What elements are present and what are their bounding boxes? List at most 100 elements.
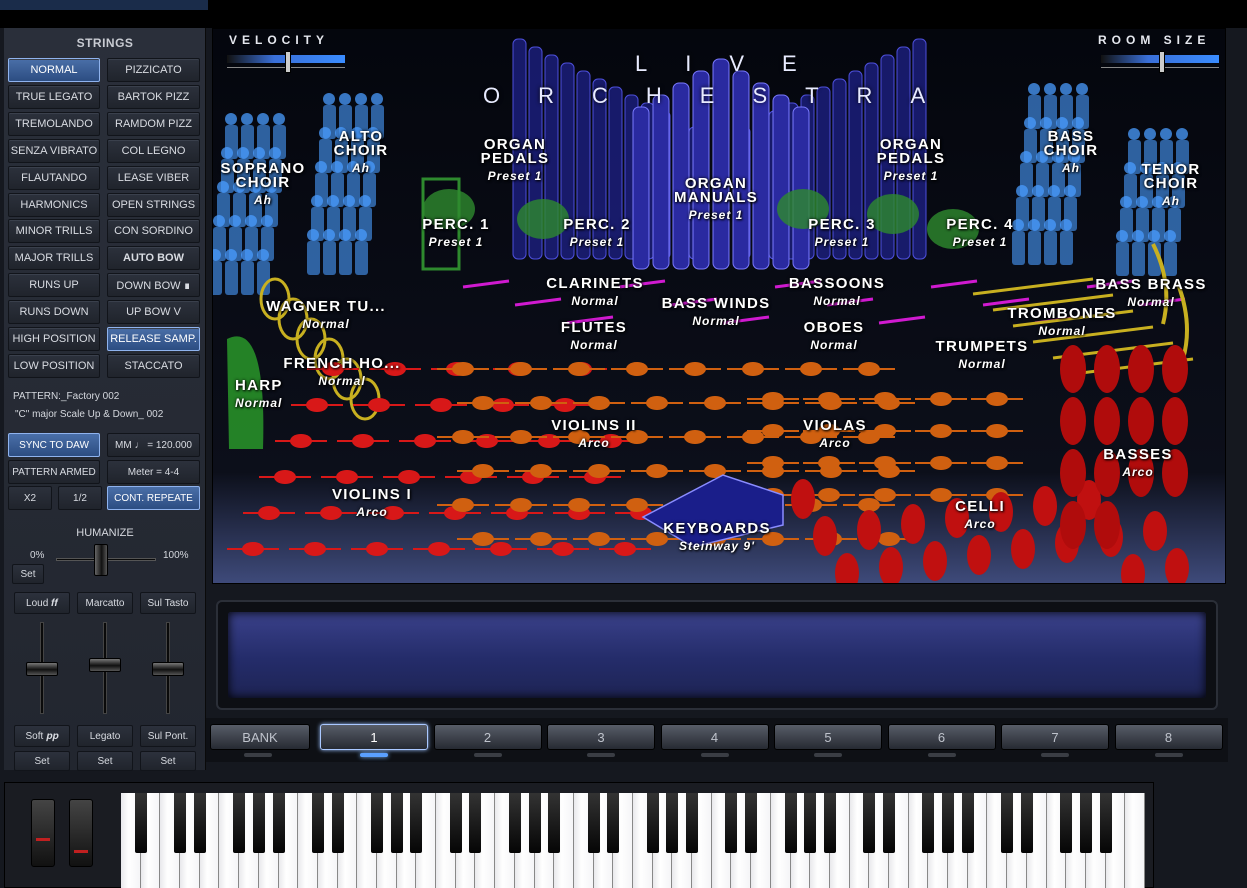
section-label-violins-ii[interactable]: VIOLINS II — [551, 418, 637, 433]
fader-cap-0[interactable] — [26, 662, 58, 676]
section-label-oboes[interactable]: OBOES — [804, 320, 865, 335]
articulation-staccato[interactable]: STACCATO — [107, 353, 200, 378]
black-key[interactable] — [804, 793, 817, 853]
black-key[interactable] — [922, 793, 935, 853]
black-key[interactable] — [331, 793, 344, 853]
articulation-normal[interactable]: NORMAL — [8, 58, 100, 82]
articulation-true-legato[interactable]: TRUE LEGATO — [8, 84, 100, 109]
bank-button[interactable]: BANK — [210, 724, 310, 750]
orchestra-stage[interactable]: VELOCITY ROOM SIZE LIVE ORCHESTRA SOPRAN… — [212, 28, 1226, 584]
articulation-runs-down[interactable]: RUNS DOWN — [8, 300, 100, 325]
section-label-flutes[interactable]: FLUTES — [561, 320, 627, 335]
fader-top-0[interactable]: Loud 𝒇𝒇 — [14, 592, 70, 614]
black-key[interactable] — [252, 793, 265, 853]
black-key[interactable] — [666, 793, 679, 853]
black-key[interactable] — [193, 793, 206, 853]
articulation-down-bow[interactable]: DOWN BOW ∎ — [107, 273, 200, 298]
articulation-flautando[interactable]: FLAUTANDO — [8, 165, 100, 190]
black-key[interactable] — [745, 793, 758, 853]
black-key[interactable] — [646, 793, 659, 853]
black-key[interactable] — [1099, 793, 1112, 853]
section-label-perc-4[interactable]: PERC. 4 — [946, 217, 1013, 232]
black-key[interactable] — [1060, 793, 1073, 853]
black-key[interactable] — [587, 793, 600, 853]
section-label-bass-brass[interactable]: BASS BRASS — [1095, 277, 1206, 292]
humanize-set-button[interactable]: Set — [12, 564, 44, 584]
fader-cap-1[interactable] — [89, 658, 121, 672]
articulation-open-strings[interactable]: OPEN STRINGS — [107, 192, 200, 217]
bank-slot-2[interactable]: 2 — [433, 724, 542, 750]
section-label-tenor-choir[interactable]: TENOR CHOIR — [1142, 162, 1201, 191]
section-label-trombones[interactable]: TROMBONES — [1007, 306, 1116, 321]
bank-slot-6[interactable]: 6 — [887, 724, 996, 750]
section-label-celli[interactable]: CELLI — [955, 499, 1005, 514]
articulation-release-samp[interactable]: RELEASE SAMP. — [107, 327, 200, 351]
section-label-organ-pedals[interactable]: ORGAN PEDALS — [877, 137, 946, 166]
articulation-col-legno[interactable]: COL LEGNO — [107, 138, 200, 163]
black-key[interactable] — [784, 793, 797, 853]
black-key[interactable] — [883, 793, 895, 853]
black-key[interactable] — [686, 793, 699, 853]
meter-display[interactable]: Meter = 4-4 — [107, 460, 200, 484]
articulation-low-position[interactable]: LOW POSITION — [8, 353, 100, 378]
black-key[interactable] — [528, 793, 541, 853]
black-key[interactable] — [961, 793, 974, 853]
bank-slot-5[interactable]: 5 — [774, 724, 882, 750]
articulation-con-sordino[interactable]: CON SORDINO — [107, 219, 200, 244]
bank-slot-8[interactable]: 8 — [1114, 724, 1223, 750]
fader-cap-2[interactable] — [152, 662, 184, 676]
articulation-major-trills[interactable]: MAJOR TRILLS — [8, 246, 100, 271]
black-key[interactable] — [548, 793, 561, 853]
fader-set-1[interactable]: Set — [77, 751, 133, 771]
articulation-up-bow-v[interactable]: UP BOW V — [107, 300, 200, 325]
section-label-perc-3[interactable]: PERC. 3 — [808, 217, 875, 232]
black-key[interactable] — [272, 793, 285, 853]
black-key[interactable] — [508, 793, 521, 853]
fader-top-2[interactable]: Sul Tasto — [140, 592, 196, 614]
black-key[interactable] — [1079, 793, 1092, 853]
black-key[interactable] — [607, 793, 620, 853]
bank-slot-1[interactable]: 1 — [320, 724, 428, 750]
pitch-wheel[interactable] — [31, 799, 55, 867]
articulation-harmonics[interactable]: HARMONICS — [8, 192, 100, 217]
black-key[interactable] — [390, 793, 403, 853]
fader-bottom-0[interactable]: Soft 𝒑𝒑 — [14, 725, 70, 747]
cont-repeat-button[interactable]: CONT. REPEATE — [107, 486, 200, 510]
section-label-violins-i[interactable]: VIOLINS I — [332, 487, 412, 502]
bank-slot-4[interactable]: 4 — [660, 724, 769, 750]
section-label-alto-choir[interactable]: ALTO CHOIR — [334, 129, 389, 158]
fader-bottom-1[interactable]: Legato — [77, 725, 133, 747]
section-label-perc-1[interactable]: PERC. 1 — [422, 217, 489, 232]
articulation-auto-bow[interactable]: AUTO BOW — [107, 246, 200, 271]
white-key[interactable] — [1125, 793, 1145, 888]
black-key[interactable] — [233, 793, 246, 853]
section-label-organ-pedals[interactable]: ORGAN PEDALS — [481, 137, 550, 166]
section-label-trumpets[interactable]: TRUMPETS — [936, 339, 1029, 354]
section-label-bass-choir[interactable]: BASS CHOIR — [1044, 129, 1099, 158]
articulation-runs-up[interactable]: RUNS UP — [8, 273, 100, 298]
articulation-tremolando[interactable]: TREMOLANDO — [8, 111, 100, 136]
black-key[interactable] — [469, 793, 482, 853]
section-label-wagner-tu[interactable]: WAGNER TU... — [266, 299, 386, 314]
section-label-harp[interactable]: HARP — [235, 378, 283, 393]
x2-button[interactable]: X2 — [8, 486, 52, 510]
articulation-pizzicato[interactable]: PIZZICATO — [107, 58, 200, 82]
section-label-organ-manuals[interactable]: ORGAN MANUALS — [674, 176, 758, 205]
velocity-handle[interactable] — [285, 51, 291, 73]
black-key[interactable] — [1001, 793, 1014, 853]
black-key[interactable] — [823, 793, 836, 853]
section-label-violas[interactable]: VIOLAS — [803, 418, 867, 433]
room-size-handle[interactable] — [1159, 51, 1165, 73]
fader-set-2[interactable]: Set — [140, 751, 196, 771]
articulation-lease-viber[interactable]: LEASE VIBER — [107, 165, 200, 190]
section-label-french-ho[interactable]: FRENCH HO... — [283, 356, 400, 371]
black-key[interactable] — [311, 793, 324, 853]
fader-bottom-2[interactable]: Sul Pont. — [140, 725, 196, 747]
black-key[interactable] — [371, 793, 383, 853]
black-key[interactable] — [174, 793, 187, 853]
half-button[interactable]: 1/2 — [58, 486, 102, 510]
black-key[interactable] — [410, 793, 423, 853]
section-label-soprano-choir[interactable]: SOPRANO CHOIR — [221, 161, 306, 190]
articulation-bartok-pizz[interactable]: BARTOK PIZZ — [107, 84, 200, 109]
articulation-high-position[interactable]: HIGH POSITION — [8, 327, 100, 351]
